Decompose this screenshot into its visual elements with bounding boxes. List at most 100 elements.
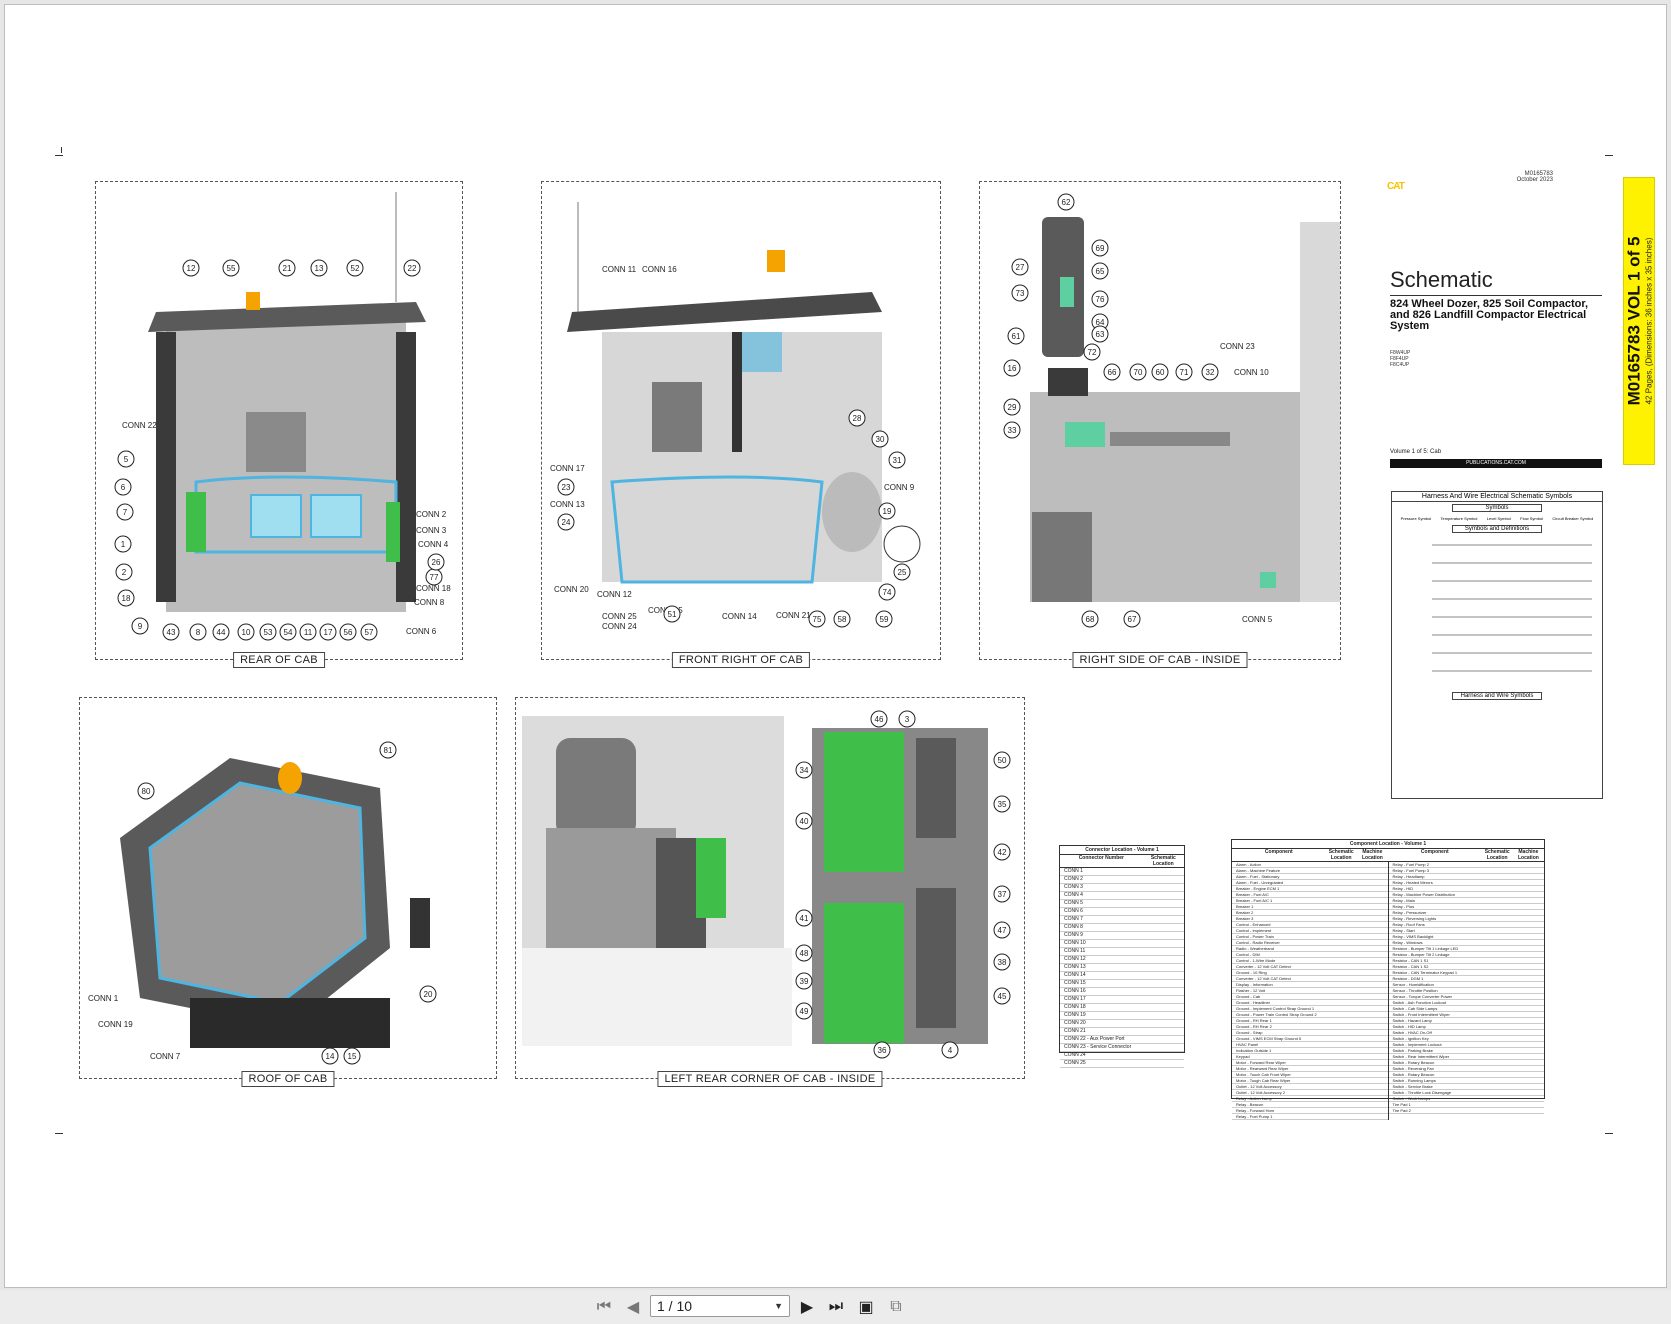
svg-text:46: 46 [875, 715, 884, 724]
svg-text:6: 6 [121, 483, 126, 492]
last-page-button[interactable]: ⏭ [824, 1296, 848, 1318]
svg-text:50: 50 [998, 756, 1007, 765]
callout-label: 65 [1091, 262, 1109, 280]
svg-text:15: 15 [348, 1052, 357, 1061]
callout-label: CONN 10 [1234, 368, 1269, 377]
callout-label: 52 [346, 259, 364, 277]
table-row: CONN 5 [1060, 900, 1184, 908]
roof-of-cab-illustration: 80 81 CONN 1 CONN 19 CONN 7 14 15 20 [88, 741, 437, 1065]
svg-text:36: 36 [878, 1046, 887, 1055]
table-row: CONN 6 [1060, 908, 1184, 916]
table-row: Tire Pad 2 [1388, 1108, 1544, 1114]
svg-text:48: 48 [800, 949, 809, 958]
previous-page-button[interactable]: ◀ [622, 1296, 644, 1318]
callout-label: 3 [898, 710, 916, 728]
svg-text:CONN 22: CONN 22 [122, 421, 157, 430]
svg-text:75: 75 [813, 615, 822, 624]
next-page-button[interactable]: ▶ [796, 1296, 818, 1318]
table-row: CONN 16 [1060, 988, 1184, 996]
callout-label: 8 [189, 623, 207, 641]
callout-label: CONN 22 [122, 421, 157, 430]
svg-text:12: 12 [187, 264, 196, 273]
callout-label: 72 [1083, 343, 1101, 361]
definition-lines [1432, 544, 1592, 672]
svg-text:31: 31 [893, 456, 902, 465]
callout-label: 73 [1011, 284, 1029, 302]
page-number-select[interactable]: 1 / 10 ▼ [650, 1295, 790, 1317]
callout-label: 76 [1091, 290, 1109, 308]
svg-text:53: 53 [264, 628, 273, 637]
callout-label: 32 [1201, 363, 1219, 381]
callout-label: 9 [131, 617, 149, 635]
table-row: CONN 24 [1060, 1052, 1184, 1060]
callout-label: 17 [319, 623, 337, 641]
doc-meta: M0165783 October 2023 [1516, 171, 1553, 183]
callout-label: 28 [848, 409, 866, 427]
svg-text:56: 56 [344, 628, 353, 637]
svg-text:61: 61 [1012, 332, 1021, 341]
callout-label: 59 [875, 610, 893, 628]
svg-text:81: 81 [384, 746, 393, 755]
document-viewport[interactable]: 12 55 21 13 52 22 CONN 22 5 6 7 1 2 18 9 43 8 44 10 53 54 11… [4, 4, 1667, 1288]
callout-label: 21 [278, 259, 296, 277]
table-row: Relay - Fuel Pump 1 [1232, 1114, 1388, 1120]
svg-text:CONN 6: CONN 6 [406, 627, 437, 636]
serial-prefixes: F8W4UP F8F4UP F8C4UP [1390, 350, 1411, 368]
callout-label: 25 [893, 563, 911, 581]
first-page-button[interactable]: ⏮ [592, 1296, 616, 1318]
svg-text:77: 77 [430, 573, 439, 582]
callout-label: 2 [115, 563, 133, 581]
page-title: Schematic [1390, 267, 1493, 292]
callout-label: 63 [1091, 325, 1109, 343]
callout-label: CONN 23 [1220, 342, 1255, 351]
callout-label: 66 [1103, 363, 1121, 381]
svg-text:CONN 16: CONN 16 [642, 265, 677, 274]
svg-text:51: 51 [668, 610, 677, 619]
svg-text:21: 21 [283, 264, 292, 273]
svg-text:44: 44 [217, 628, 226, 637]
svg-text:CONN 19: CONN 19 [98, 1020, 133, 1029]
svg-text:CONN 3: CONN 3 [416, 526, 447, 535]
component-location-table: Component Location - Volume 1 Component … [1231, 839, 1545, 1120]
table-row: CONN 9 [1060, 932, 1184, 940]
callout-label: CONN 3 [416, 526, 447, 535]
svg-text:CONN 24: CONN 24 [602, 622, 637, 631]
publications-bar: PUBLICATIONS.CAT.COM [1390, 459, 1602, 468]
callout-label: 69 [1091, 239, 1109, 257]
title-rule [1390, 295, 1602, 296]
callout-label: 36 [873, 1041, 891, 1059]
callout-label: 60 [1151, 363, 1169, 381]
svg-text:32: 32 [1206, 368, 1215, 377]
svg-text:63: 63 [1096, 330, 1105, 339]
callout-label: 43 [162, 623, 180, 641]
svg-text:30: 30 [876, 435, 885, 444]
view-caption: REAR OF CAB [233, 652, 325, 668]
view-roof-of-cab: 80 81 CONN 1 CONN 19 CONN 7 14 15 20 ROOF OF CA… [79, 697, 497, 1087]
table-row: CONN 11 [1060, 948, 1184, 956]
table-row: CONN 20 [1060, 1020, 1184, 1028]
svg-text:CONN 5: CONN 5 [1242, 615, 1273, 624]
table-row: CONN 10 [1060, 940, 1184, 948]
table-row: CONN 4 [1060, 892, 1184, 900]
svg-text:14: 14 [326, 1052, 335, 1061]
single-page-view-button[interactable]: ▣ [854, 1296, 878, 1318]
svg-text:CONN 10: CONN 10 [1234, 368, 1269, 377]
svg-text:8: 8 [196, 628, 201, 637]
svg-text:43: 43 [167, 628, 176, 637]
two-page-view-button[interactable]: ⧉ [884, 1296, 908, 1318]
svg-text:19: 19 [883, 507, 892, 516]
svg-text:73: 73 [1016, 289, 1025, 298]
callout-label: 10 [237, 623, 255, 641]
svg-text:22: 22 [408, 264, 417, 273]
svg-text:47: 47 [998, 926, 1007, 935]
left-rear-corner-illustration: 46 3 34 50 35 40 42 37 41 47 48 38 39 45 49 36 4 [522, 710, 1011, 1059]
callout-label: 1 [114, 535, 132, 553]
callout-label: 51 [663, 605, 681, 623]
chevron-down-icon: ▼ [774, 1301, 783, 1311]
callout-label: 71 [1175, 363, 1193, 381]
svg-text:9: 9 [138, 622, 143, 631]
svg-text:20: 20 [424, 990, 433, 999]
callout-label: 14 [321, 1047, 339, 1065]
svg-text:18: 18 [122, 594, 131, 603]
callout-label: 80 [137, 782, 155, 800]
